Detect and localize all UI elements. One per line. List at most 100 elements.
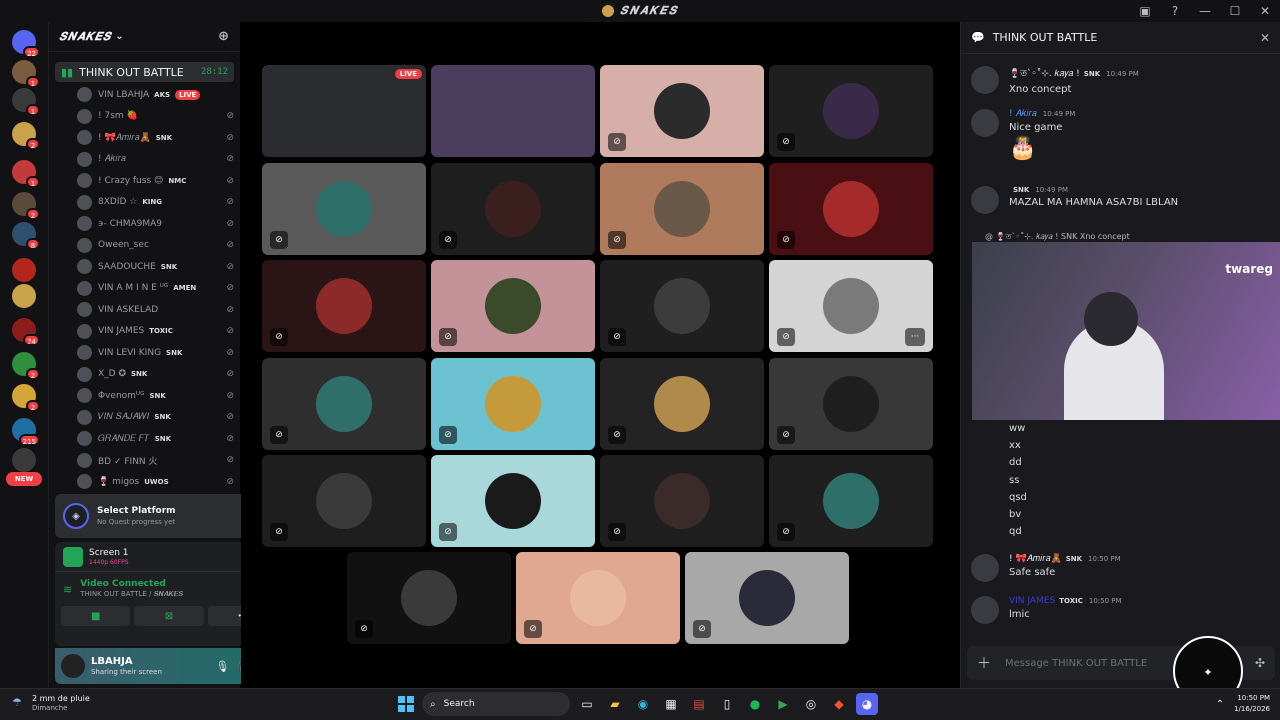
participant-tile[interactable]: ⊘ (600, 260, 764, 352)
participant-tile[interactable]: ⊘ (431, 358, 595, 450)
voice-member[interactable]: VIN LEVI KING SNK ⊘ (77, 342, 240, 364)
voice-member[interactable]: VIN LBAHJA AKS LIVE (77, 84, 240, 106)
play-store-icon[interactable]: ▶ (772, 693, 794, 715)
message-author[interactable]: ! 𝐴𝑘𝑖𝑟𝑎 (1009, 109, 1037, 119)
plus-icon[interactable]: ＋ (977, 653, 991, 673)
participant-tile[interactable]: ⊘ (600, 455, 764, 547)
maximize-button[interactable]: ☐ (1220, 4, 1250, 18)
message-time: 10:49 PM (1042, 110, 1076, 118)
clock[interactable]: 10:50 PM 1/16/2026 (1234, 693, 1270, 715)
close-window-button[interactable]: ✕ (1250, 4, 1280, 18)
participant-tile[interactable]: ⊘ (262, 260, 426, 352)
server-icon[interactable]: 215 (12, 418, 40, 446)
participant-tile[interactable]: ⊘ (769, 65, 933, 157)
more-options-icon[interactable]: ··· (905, 328, 925, 346)
participant-tile[interactable]: ⊘ (347, 552, 511, 644)
inbox-icon[interactable]: ▣ (1130, 4, 1160, 18)
obs-icon[interactable]: ◎ (800, 693, 822, 715)
server-icon[interactable]: 1 (12, 88, 40, 116)
minimize-button[interactable]: — (1190, 4, 1220, 18)
avatar[interactable] (61, 654, 85, 678)
brave-icon[interactable]: ◆ (828, 693, 850, 715)
avatar[interactable] (971, 66, 999, 94)
participant-tile[interactable]: ⊘ (769, 455, 933, 547)
server-icon[interactable]: 22 (12, 30, 40, 58)
server-header[interactable]: 𝑺𝑵𝑨𝑲𝑬𝑺 ⌄ ⊕ (49, 22, 240, 52)
participant-tile[interactable]: ⊘ (600, 358, 764, 450)
participant-tile[interactable]: ⊘ (431, 163, 595, 255)
weather-widget[interactable]: ☂ 2 mm de pluie Dimanche (12, 694, 90, 712)
popout-video[interactable]: twareg (972, 242, 1280, 420)
server-icon[interactable]: 2 (12, 384, 40, 412)
server-icon[interactable]: 2 (12, 352, 40, 380)
task-view-icon[interactable]: ▭ (576, 693, 598, 715)
edge-icon[interactable]: ◉ (632, 693, 654, 715)
taskbar-search[interactable]: ⌕ Search (422, 692, 570, 716)
spotify-icon[interactable]: ● (744, 693, 766, 715)
voice-member[interactable]: Oween_sec ⊘ (77, 235, 240, 257)
voice-member[interactable]: VIN A M I N E ᵁᴳ AMEN ⊘ (77, 278, 240, 300)
participant-tile[interactable]: ⊘ (431, 260, 595, 352)
help-icon[interactable]: ? (1160, 4, 1190, 18)
message-header: SNK 10:49 PM (1009, 186, 1271, 194)
voice-channel[interactable]: ▮▮ THINK OUT BATTLE 28:12 (55, 62, 234, 82)
participant-tile[interactable]: ⊘ (769, 163, 933, 255)
avatar[interactable] (971, 109, 999, 137)
message-author[interactable]: 🍷ত`◦˚⊹. 𝑘𝑎𝑦𝑎 ! (1009, 66, 1080, 81)
apps-icon[interactable]: ✣ (1255, 656, 1265, 670)
participant-tile[interactable]: ⊘ (769, 358, 933, 450)
participant-tile[interactable]: ⊘ (262, 358, 426, 450)
participant-tile[interactable] (431, 65, 595, 157)
chevron-up-icon[interactable]: ⌃ (1216, 699, 1224, 710)
voice-member[interactable]: ! 7sm 🍓 ⊘ (77, 106, 240, 128)
message-author[interactable]: VIN JAMES (1009, 596, 1055, 606)
close-icon[interactable]: ✕ (1260, 31, 1270, 45)
windows-start-icon[interactable] (396, 694, 416, 714)
message-author[interactable]: ! 🎀𝐴𝑚𝑖𝑟𝑎🧸 (1009, 554, 1062, 564)
store-icon[interactable]: ▦ (660, 693, 682, 715)
voice-member[interactable]: ! Crazy fuss 😊 NMC ⊘ (77, 170, 240, 192)
voice-member[interactable]: 𝑉𝐼𝑁 𝑆𝐴𝐽𝐴𝑊𝐼 SNK ⊘ (77, 407, 240, 429)
file-explorer-icon[interactable]: ▰ (604, 693, 626, 715)
voice-member[interactable]: VIN JAMES TOXIC ⊘ (77, 321, 240, 343)
voice-member[interactable]: VIN ASKELAD ⊘ (77, 299, 240, 321)
participant-tile[interactable]: ⊘ (262, 455, 426, 547)
camera-button[interactable]: ■ (61, 606, 131, 626)
server-icon[interactable]: 8 (12, 222, 40, 250)
avatar[interactable] (971, 186, 999, 214)
server-icon[interactable]: 2 (12, 122, 40, 150)
new-badge[interactable]: NEW (6, 472, 42, 486)
voice-member[interactable]: Φvenomᵁᴳ SNK ⊘ (77, 385, 240, 407)
server-icon[interactable] (12, 284, 36, 308)
participant-tile[interactable]: ⊘ (685, 552, 849, 644)
voice-member[interactable]: ϶- CHMA9MA9 ⊘ (77, 213, 240, 235)
screen-share-button[interactable]: ⊠ (134, 606, 204, 626)
voice-member[interactable]: 🍷 migos UWOS ⊘ (77, 471, 240, 493)
voice-member[interactable]: X_D ✪ SNK ⊘ (77, 364, 240, 386)
voice-member[interactable]: ! 🎀𝐴𝑚𝑖𝑟𝑎🧸 SNK ⊘ (77, 127, 240, 149)
participant-tile[interactable]: ⊘ ··· (769, 260, 933, 352)
participant-tile[interactable]: LIVE (262, 65, 426, 157)
server-icon[interactable] (12, 258, 36, 282)
participant-tile[interactable]: ⊘ (262, 163, 426, 255)
server-icon[interactable] (12, 448, 36, 472)
add-member-icon[interactable]: ⊕ (218, 29, 230, 44)
participant-tile[interactable]: ⊘ (431, 455, 595, 547)
participant-tile[interactable]: ⊘ (516, 552, 680, 644)
server-icon[interactable]: 74 (12, 318, 40, 346)
avatar[interactable] (971, 596, 999, 624)
discord-icon[interactable]: ◕ (856, 693, 878, 715)
participant-tile[interactable]: ⊘ (600, 65, 764, 157)
server-icon[interactable]: 1 (12, 60, 40, 88)
voice-member[interactable]: 𝐺𝑅𝐴𝑁𝐷𝐸 𝐹𝑇 SNK ⊘ (77, 428, 240, 450)
server-icon[interactable]: 1 (12, 160, 40, 188)
app-icon[interactable]: ▤ (688, 693, 710, 715)
avatar[interactable] (971, 554, 999, 582)
server-icon[interactable]: 2 (12, 192, 40, 220)
voice-member[interactable]: BD ✓ FINN 火 ⊘ (77, 450, 240, 472)
participant-tile[interactable]: ⊘ (600, 163, 764, 255)
voice-member[interactable]: SAADOUCHE SNK ⊘ (77, 256, 240, 278)
notepad-icon[interactable]: ▯ (716, 693, 738, 715)
voice-member[interactable]: ! 𝐴𝑘𝑖𝑟𝑎 ⊘ (77, 149, 240, 171)
voice-member[interactable]: 8XDID ☆ KING ⊘ (77, 192, 240, 214)
